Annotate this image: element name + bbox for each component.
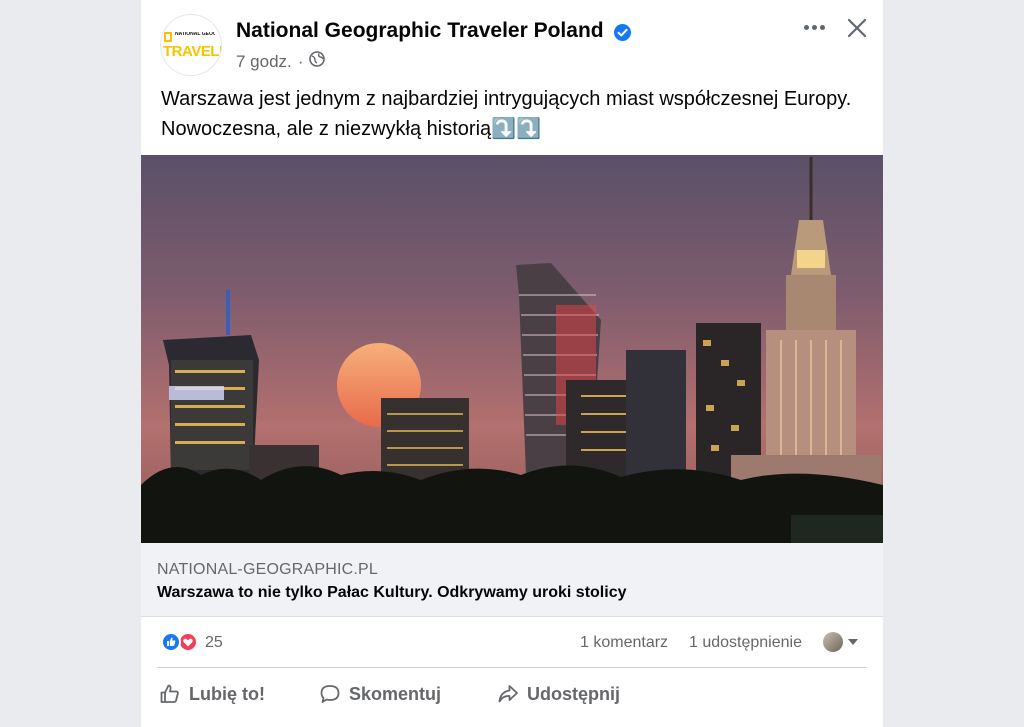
like-reaction-icon[interactable] [161,632,181,652]
comment-button[interactable]: Skomentuj [319,678,441,710]
post-card: NATIONAL GEOGRAPHIC TRAVELER National Ge… [141,0,883,727]
comment-icon [319,683,341,705]
globe-icon[interactable] [309,51,326,72]
comments-count[interactable]: 1 komentarz [580,634,668,652]
link-preview[interactable]: NATIONAL-GEOGRAPHIC.PL Warszawa to nie t… [141,543,883,617]
like-button[interactable]: Lubię to! [159,678,265,710]
logo-yellow-border [164,32,172,42]
love-reaction-icon[interactable] [178,632,198,652]
like-label: Lubię to! [189,683,265,704]
post-actions: Lubię to! Skomentuj Udostępnij [141,668,883,720]
close-icon[interactable] [845,16,869,40]
post-text: Warszawa jest jednym z najbardziej intry… [161,88,852,140]
share-icon [497,683,519,705]
viewer-avatar[interactable] [823,632,843,652]
logo-word: TRAVELER [163,43,221,60]
reaction-count[interactable]: 25 [205,634,223,652]
share-label: Udostępnij [527,683,620,704]
logo-small-text: NATIONAL GEOGRAPHIC [175,32,215,37]
post-meta: 7 godz. · [236,51,326,72]
post-photo-warsaw-skyline[interactable] [141,155,883,543]
thumbs-up-icon [159,683,181,705]
shares-count[interactable]: 1 udostępnienie [689,634,802,652]
verified-icon [614,24,631,41]
page-avatar[interactable]: NATIONAL GEOGRAPHIC TRAVELER [160,14,222,76]
meta-separator: · [297,51,304,71]
link-domain: NATIONAL-GEOGRAPHIC.PL [157,561,379,578]
comment-label: Skomentuj [349,683,442,704]
chevron-down-icon[interactable] [848,639,858,645]
post-time[interactable]: 7 godz. [236,52,292,72]
share-button[interactable]: Udostępnij [497,678,620,710]
post-header: NATIONAL GEOGRAPHIC TRAVELER National Ge… [141,0,883,80]
post-stats: 25 1 komentarz 1 udostępnienie [141,620,883,666]
traveler-logo: NATIONAL GEOGRAPHIC TRAVELER [162,30,221,60]
more-icon[interactable] [801,14,827,40]
page-name-link[interactable]: National Geographic Traveler Poland [236,19,604,43]
link-title[interactable]: Warszawa to nie tylko Pałac Kultury. Odk… [157,584,626,602]
